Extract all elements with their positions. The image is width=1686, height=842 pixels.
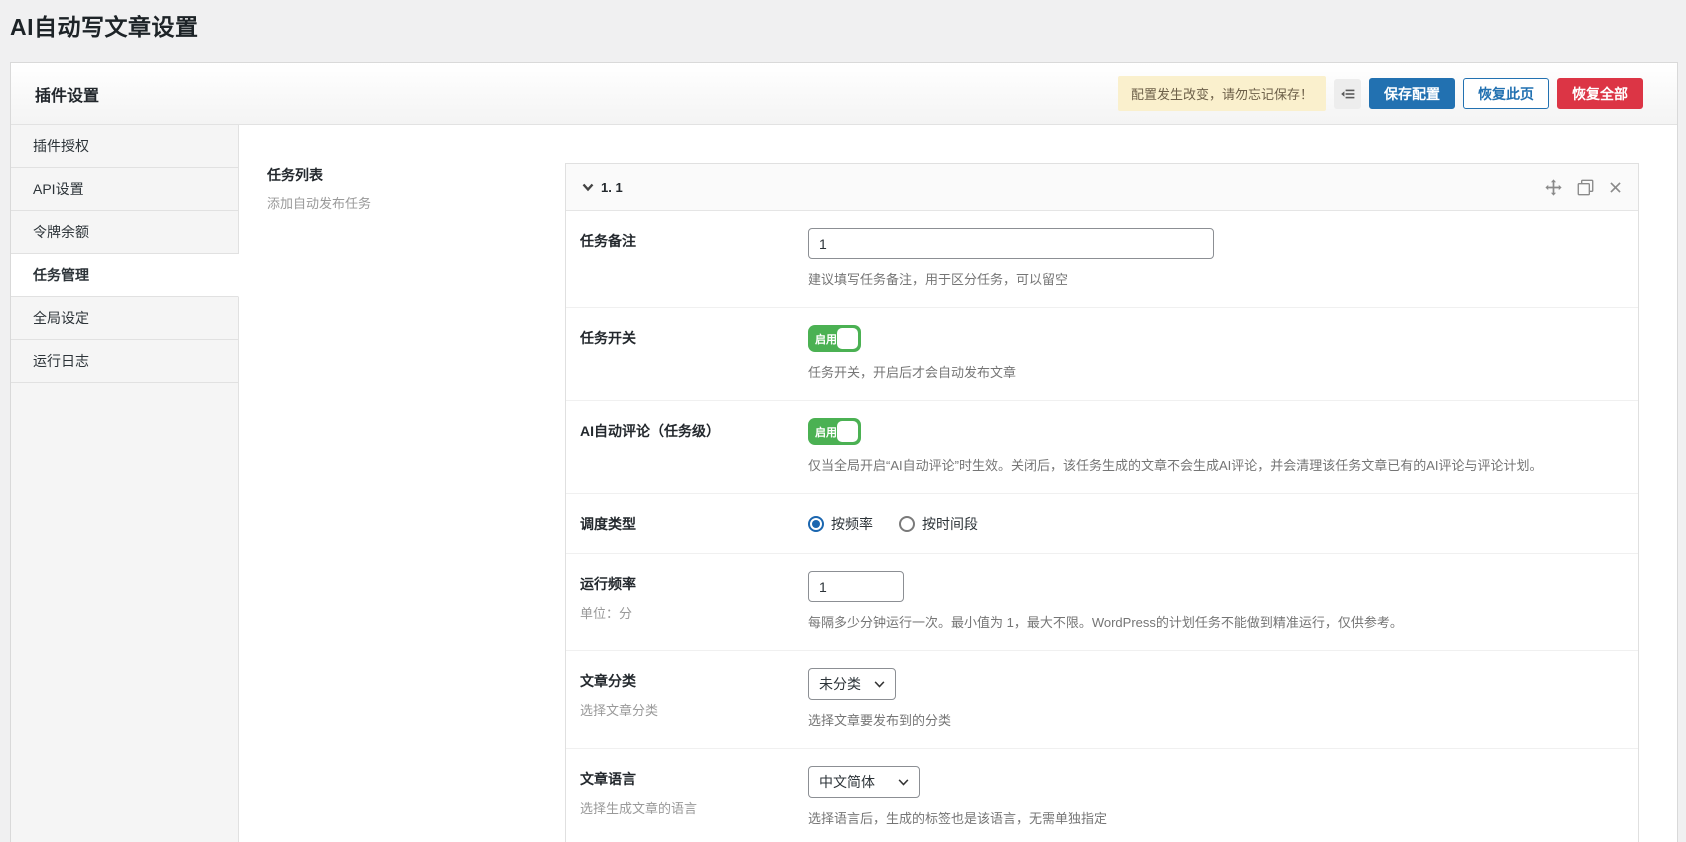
sidebar-filler (11, 383, 239, 842)
row-task-switch: 任务开关 启用 任务开关，开启后才会自动发布文章 (566, 308, 1638, 401)
row-ai-comment: AI自动评论（任务级） 启用 仅当全局开启“AI自动评论”时生效。关闭后，该任务… (566, 401, 1638, 494)
outdent-icon (1340, 86, 1356, 102)
settings-panel: 插件设置 配置发生改变，请勿忘记保存！ 保存配置 恢复此页 恢复全部 插件授权 … (10, 62, 1678, 842)
post-language-label: 文章语言 (580, 769, 808, 789)
sidebar-item-task-management[interactable]: 任务管理 (11, 254, 239, 297)
task-note-input[interactable] (808, 228, 1214, 259)
ai-comment-toggle[interactable]: 启用 (808, 418, 861, 445)
toggle-knob (837, 421, 858, 442)
panel-header: 插件设置 配置发生改变，请勿忘记保存！ 保存配置 恢复此页 恢复全部 (11, 63, 1677, 125)
post-language-hint: 选择语言后，生成的标签也是该语言，无需单独指定 (808, 808, 1618, 827)
selected-value: 中文简体 (819, 772, 875, 792)
toggle-on-label: 启用 (808, 424, 837, 440)
run-frequency-unit: 单位：分 (580, 603, 808, 622)
chevron-down-icon (582, 183, 594, 192)
section-title: 任务列表 (267, 165, 565, 185)
toggle-knob (837, 328, 858, 349)
sidebar-item-run-logs[interactable]: 运行日志 (11, 340, 239, 383)
row-post-language: 文章语言 选择生成文章的语言 中文简体 选择语言后，生成的标签也是该语言，无需单… (566, 749, 1638, 842)
ai-comment-label: AI自动评论（任务级） (580, 421, 808, 441)
schedule-type-radio-group: 按频率 按时间段 (808, 511, 1618, 534)
radio-checked-icon (808, 516, 824, 532)
post-language-select[interactable]: 中文简体 (808, 766, 920, 798)
task-title: 1. 1 (601, 180, 623, 195)
post-category-label: 文章分类 (580, 671, 808, 691)
selected-value: 未分类 (819, 674, 861, 694)
post-category-hint: 选择文章要发布到的分类 (808, 710, 1618, 729)
panel-body: 插件授权 API设置 令牌余额 任务管理 全局设定 运行日志 任务列表 添加自动… (11, 125, 1677, 842)
sidebar-item-global-settings[interactable]: 全局设定 (11, 297, 239, 340)
restore-page-button[interactable]: 恢复此页 (1463, 78, 1549, 109)
run-frequency-input[interactable] (808, 571, 904, 602)
sidebar: 插件授权 API设置 令牌余额 任务管理 全局设定 运行日志 (11, 125, 239, 842)
section-description: 任务列表 添加自动发布任务 (267, 163, 565, 212)
move-icon[interactable] (1545, 179, 1562, 196)
task-note-hint: 建议填写任务备注，用于区分任务，可以留空 (808, 269, 1618, 288)
radio-label: 按频率 (831, 514, 873, 534)
close-icon[interactable] (1609, 181, 1622, 194)
page-title: AI自动写文章设置 (0, 0, 1686, 42)
sidebar-item-token-balance[interactable]: 令牌余额 (11, 211, 239, 254)
section-subtitle: 添加自动发布任务 (267, 193, 565, 212)
task-panel-header[interactable]: 1. 1 (566, 164, 1638, 211)
task-switch-hint: 任务开关，开启后才会自动发布文章 (808, 362, 1618, 381)
clone-icon[interactable] (1577, 179, 1594, 196)
header-actions: 配置发生改变，请勿忘记保存！ 保存配置 恢复此页 恢复全部 (1118, 76, 1643, 111)
schedule-frequency-radio[interactable]: 按频率 (808, 514, 873, 534)
content-area: 任务列表 添加自动发布任务 1. 1 (239, 125, 1677, 842)
task-header-icons (1545, 179, 1622, 196)
post-category-select[interactable]: 未分类 (808, 668, 896, 700)
post-language-sublabel: 选择生成文章的语言 (580, 798, 808, 817)
chevron-down-icon (874, 681, 885, 688)
chevron-down-icon (898, 779, 909, 786)
restore-all-button[interactable]: 恢复全部 (1557, 78, 1643, 109)
row-run-frequency: 运行频率 单位：分 每隔多少分钟运行一次。最小值为 1，最大不限。WordPre… (566, 554, 1638, 651)
save-config-button[interactable]: 保存配置 (1369, 78, 1455, 109)
task-note-label: 任务备注 (580, 231, 808, 251)
row-post-category: 文章分类 选择文章分类 未分类 选择文章要发布到的分类 (566, 651, 1638, 749)
schedule-type-label: 调度类型 (580, 514, 808, 534)
collapse-all-button[interactable] (1334, 79, 1361, 109)
schedule-timerange-radio[interactable]: 按时间段 (899, 514, 978, 534)
task-switch-label: 任务开关 (580, 328, 808, 348)
sidebar-item-api-settings[interactable]: API设置 (11, 168, 239, 211)
post-category-sublabel: 选择文章分类 (580, 700, 808, 719)
run-frequency-hint: 每隔多少分钟运行一次。最小值为 1，最大不限。WordPress的计划任务不能做… (808, 612, 1618, 631)
run-frequency-label: 运行频率 (580, 574, 808, 594)
sidebar-item-plugin-license[interactable]: 插件授权 (11, 125, 239, 168)
ai-comment-hint: 仅当全局开启“AI自动评论”时生效。关闭后，该任务生成的文章不会生成AI评论，并… (808, 455, 1618, 474)
panel-title: 插件设置 (35, 82, 99, 106)
row-task-note: 任务备注 建议填写任务备注，用于区分任务，可以留空 (566, 211, 1638, 308)
radio-label: 按时间段 (922, 514, 978, 534)
task-switch-toggle[interactable]: 启用 (808, 325, 861, 352)
unsaved-changes-notice: 配置发生改变，请勿忘记保存！ (1118, 76, 1326, 111)
radio-unchecked-icon (899, 516, 915, 532)
task-panel: 1. 1 (565, 163, 1639, 842)
row-schedule-type: 调度类型 按频率 按时间段 (566, 494, 1638, 554)
toggle-on-label: 启用 (808, 331, 837, 347)
